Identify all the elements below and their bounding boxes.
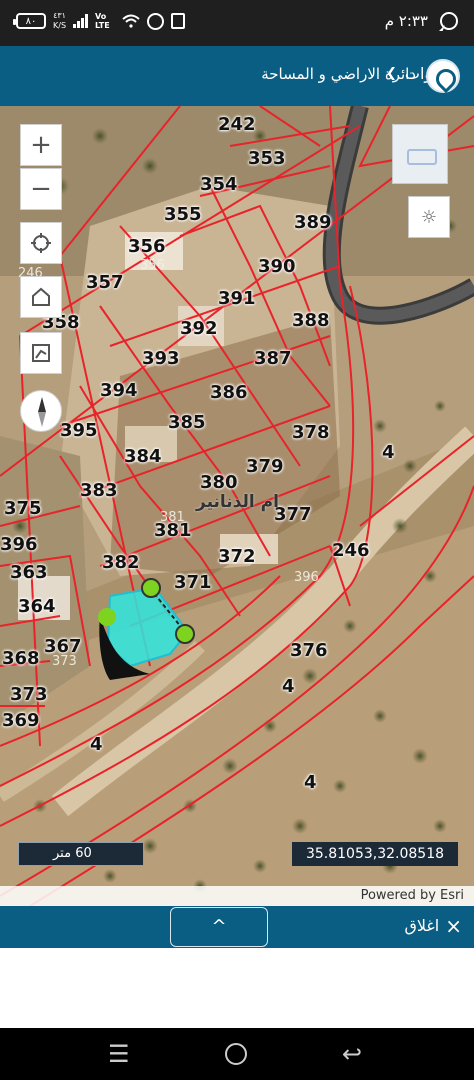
parcel-label: 385	[168, 412, 206, 433]
wifi-icon	[122, 14, 140, 28]
overview-map[interactable]	[392, 124, 448, 184]
parcel-label: 393	[142, 348, 180, 369]
parcel-label: 389	[294, 212, 332, 233]
vibrate-icon	[171, 13, 186, 29]
parcel-label: 4	[382, 442, 395, 463]
back-icon[interactable]: ↩	[342, 1040, 362, 1068]
battery-icon: ٨٠	[13, 13, 46, 29]
parcel-label: 388	[292, 310, 330, 331]
home-button[interactable]	[20, 276, 62, 318]
parcel-label: 375	[4, 498, 42, 519]
chevron-up-icon: ^	[211, 916, 227, 937]
map-view[interactable]: 242 353 354 355 356 389 390 391 357 358 392 388 393 3…	[0, 106, 474, 906]
parcel-label: 4	[282, 676, 295, 697]
parcel-label: 383	[80, 480, 118, 501]
close-icon: ×	[445, 913, 462, 938]
status-icons-left: ٨٠ ٤٣١ K/S Vo LTE	[13, 11, 186, 31]
status-bar: ٨٠ ٤٣١ K/S Vo LTE ٢:٣٣ م	[0, 0, 474, 46]
app-header: اداوات ❯ دائرة الاراضي و المساحة	[0, 46, 474, 106]
parcel-label: 387	[254, 348, 292, 369]
compass-icon[interactable]	[20, 390, 62, 432]
zoom-in-button[interactable]: +	[20, 124, 62, 166]
parcel-label: 376	[290, 640, 328, 661]
vertex-marker[interactable]	[141, 578, 161, 598]
alarm-icon	[147, 12, 165, 30]
parcel-label: 369	[2, 710, 40, 731]
parcel-label: 368	[2, 648, 40, 669]
plus-icon: +	[30, 130, 52, 160]
parcel-label: 242	[218, 114, 256, 135]
home-icon	[32, 287, 50, 306]
close-button[interactable]: × اغلاق	[404, 913, 462, 938]
parcel-label: 354	[200, 174, 238, 195]
parcel-label: 357	[86, 272, 124, 293]
parcel-label: 395	[60, 420, 98, 441]
app-title: دائرة الاراضي و المساحة	[261, 65, 416, 83]
dls-logo-icon	[426, 59, 460, 93]
clock: ٢:٣٣ م	[384, 12, 428, 30]
whatsapp-icon	[440, 12, 458, 30]
parcel-sublabel: 396	[294, 570, 319, 585]
scale-bar: 60 متر	[18, 842, 144, 866]
parcel-label: 392	[180, 318, 218, 339]
parcel-label: 363	[10, 562, 48, 583]
parcel-sublabel: 381	[160, 510, 185, 525]
zoom-out-button[interactable]: −	[20, 168, 62, 210]
parcel-sublabel: 356	[140, 258, 165, 273]
panel-body	[0, 948, 474, 1028]
parcel-label: 371	[174, 572, 212, 593]
signal-icon	[73, 14, 89, 28]
system-nav-bar: ☰ ↩	[0, 1028, 474, 1080]
parcel-label: 355	[164, 204, 202, 225]
parcel-label: 382	[102, 552, 140, 573]
parcel-label: 390	[258, 256, 296, 277]
parcel-label: 384	[124, 446, 162, 467]
parcel-label: 246	[332, 540, 370, 561]
home-nav-icon[interactable]	[225, 1043, 247, 1065]
basemap-toggle-sun-icon[interactable]: ☼	[408, 196, 450, 238]
coordinates-readout: 35.81053,32.08518	[292, 842, 458, 866]
measure-button[interactable]	[20, 332, 62, 374]
esri-attribution: Powered by Esri	[0, 886, 474, 906]
bottom-panel-bar: ^ × اغلاق	[0, 906, 474, 948]
volte-badge: Vo LTE	[95, 12, 110, 30]
vertex-marker[interactable]	[175, 624, 195, 644]
expand-panel-button[interactable]: ^	[170, 907, 268, 947]
minus-icon: −	[30, 174, 52, 204]
parcel-label: 394	[100, 380, 138, 401]
parcel-label: 373	[10, 684, 48, 705]
parcel-label: 353	[248, 148, 286, 169]
parcel-label: 372	[218, 546, 256, 567]
parcel-label: 396	[0, 534, 38, 555]
parcel-label: 380	[200, 472, 238, 493]
measure-icon	[32, 344, 50, 362]
parcel-label: 379	[246, 456, 284, 477]
parcel-labels-layer: 242 353 354 355 356 389 390 391 357 358 392 388 393 3…	[0, 106, 474, 906]
parcel-label: 4	[304, 772, 317, 793]
crosshair-icon	[31, 233, 51, 253]
parcel-label: 4	[90, 734, 103, 755]
parcel-label: 378	[292, 422, 330, 443]
recent-apps-icon[interactable]: ☰	[108, 1040, 130, 1068]
parcel-label: 356	[128, 236, 166, 257]
parcel-sublabel: 373	[52, 654, 77, 669]
parcel-label: 364	[18, 596, 56, 617]
parcel-label: 391	[218, 288, 256, 309]
parcel-label: 377	[274, 504, 312, 525]
parcel-label: 386	[210, 382, 248, 403]
network-speed: ٤٣١ K/S	[53, 11, 67, 30]
locate-button[interactable]	[20, 222, 62, 264]
close-label: اغلاق	[404, 916, 440, 935]
vertex-marker[interactable]	[98, 608, 116, 626]
locality-label: ام الدنانير	[196, 492, 279, 512]
